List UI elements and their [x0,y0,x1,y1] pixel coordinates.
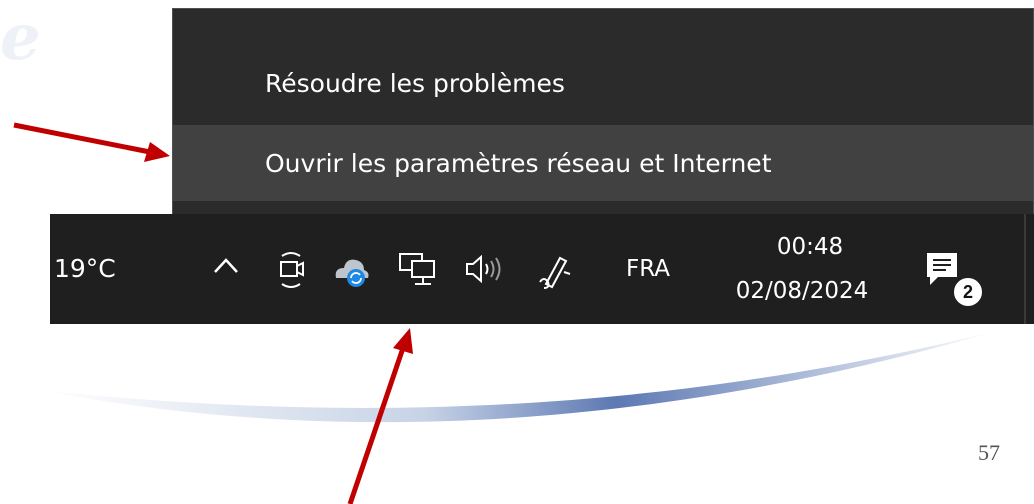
menu-item-troubleshoot[interactable]: Résoudre les problèmes [173,45,1033,121]
menu-item-label: Résoudre les problèmes [265,68,565,98]
chevron-up-icon[interactable] [212,254,240,283]
volume-icon[interactable] [463,251,509,292]
clock-time[interactable]: 00:48 [740,234,880,260]
network-icon[interactable] [398,251,438,294]
slide-page-number: 57 [978,440,1000,465]
meet-now-icon[interactable] [276,250,306,295]
network-context-menu: Résoudre les problèmes Ouvrir les paramè… [172,8,1034,228]
weather-temperature[interactable]: 19°C [54,254,116,283]
taskbar: 19°C FRA 00:48 02/08/2024 2 [50,214,1034,324]
input-language[interactable]: FRA [626,256,670,282]
onedrive-sync-icon[interactable] [332,254,372,293]
menu-item-open-network-settings[interactable]: Ouvrir les paramètres réseau et Internet [173,125,1033,201]
clock-date[interactable]: 02/08/2024 [714,278,890,304]
menu-item-label: Ouvrir les paramètres réseau et Internet [265,148,772,178]
show-desktop-divider[interactable] [1024,214,1026,324]
notification-count-badge: 2 [952,276,984,308]
pen-icon[interactable] [536,252,576,297]
